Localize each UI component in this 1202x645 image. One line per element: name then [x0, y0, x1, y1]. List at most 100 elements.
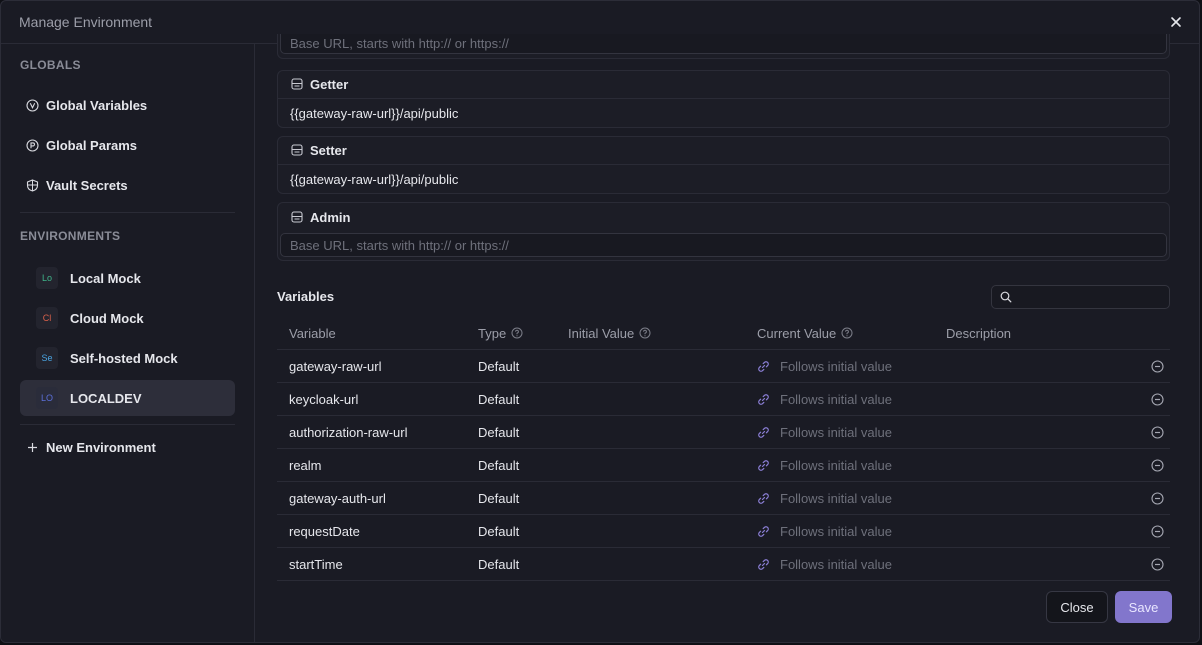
link-icon	[757, 393, 770, 406]
sidebar-item-global-params[interactable]: Global Params	[20, 127, 235, 163]
column-header-type: Type	[478, 326, 523, 341]
variable-name[interactable]: startTime	[289, 557, 343, 572]
variable-type[interactable]: Default	[478, 392, 519, 407]
sidebar-item-label: LOCALDEV	[70, 390, 142, 406]
variable-type[interactable]: Default	[478, 458, 519, 473]
base-url-input[interactable]: Base URL, starts with http:// or https:/…	[280, 34, 1167, 54]
server-icon	[291, 78, 304, 91]
help-icon[interactable]	[639, 327, 651, 339]
table-header-row: Variable Type Initial Value Current Valu…	[277, 317, 1170, 350]
dialog-title: Manage Environment	[19, 14, 153, 30]
new-environment-label: New Environment	[46, 439, 156, 455]
remove-variable-icon[interactable]	[1151, 392, 1164, 406]
current-value-text: Follows initial value	[780, 424, 892, 440]
sidebar-item-label: Global Params	[46, 137, 138, 153]
variable-current-value[interactable]: Follows initial value	[757, 458, 892, 473]
sidebar-item-label: Global Variables	[46, 97, 148, 113]
variable-name[interactable]: authorization-raw-url	[289, 425, 408, 440]
sidebar-item-local-mock[interactable]: Lo Local Mock	[20, 260, 235, 296]
sidebar-item-label: Vault Secrets	[46, 177, 128, 193]
main-panel: Base URL, starts with http:// or https:/…	[256, 34, 1199, 642]
sidebar-divider	[20, 424, 235, 425]
table-row[interactable]: authorization-raw-url Default Follows init…	[277, 416, 1170, 449]
variable-current-value[interactable]: Follows initial value	[757, 491, 892, 506]
variable-type[interactable]: Default	[478, 425, 519, 440]
remove-variable-icon[interactable]	[1151, 557, 1164, 571]
variable-current-value[interactable]: Follows initial value	[757, 359, 892, 374]
table-row[interactable]: requestDate Default Follows initial value	[277, 515, 1170, 548]
table-row[interactable]: keycloak-url Default Follows initial value	[277, 383, 1170, 416]
remove-variable-icon[interactable]	[1151, 524, 1164, 538]
sidebar-divider	[20, 212, 235, 213]
env-badge: Lo	[36, 267, 58, 289]
remove-variable-icon[interactable]	[1151, 458, 1164, 472]
variables-title: Variables	[277, 289, 335, 304]
current-value-text: Follows initial value	[780, 391, 892, 407]
service-card-admin: Admin Base URL, starts with http:// or h…	[277, 202, 1170, 261]
new-environment-button[interactable]: New Environment	[20, 429, 235, 465]
sidebar-item-label: Local Mock	[70, 270, 141, 286]
service-card-header: Getter	[278, 71, 1169, 99]
variable-type[interactable]: Default	[478, 359, 519, 374]
variable-current-value[interactable]: Follows initial value	[757, 425, 892, 440]
sidebar-item-label: Cloud Mock	[70, 310, 144, 326]
link-icon	[757, 360, 770, 373]
plus-icon	[25, 440, 39, 454]
table-row[interactable]: gateway-auth-url Default Follows initial v…	[277, 482, 1170, 515]
sidebar-item-localdev[interactable]: LO LOCALDEV	[20, 380, 235, 416]
remove-variable-icon[interactable]	[1151, 359, 1164, 373]
current-value-text: Follows initial value	[780, 523, 892, 539]
search-icon	[1000, 291, 1012, 303]
variable-name[interactable]: gateway-raw-url	[289, 359, 381, 374]
close-icon[interactable]	[1169, 15, 1183, 29]
link-icon	[757, 459, 770, 472]
help-icon[interactable]	[841, 327, 853, 339]
table-row[interactable]: realm Default Follows initial value	[277, 449, 1170, 482]
base-url-placeholder: Base URL, starts with http:// or https:/…	[290, 36, 509, 51]
sidebar-item-label: Self-hosted Mock	[70, 350, 178, 366]
table-row[interactable]: gateway-raw-url Default Follows initial va…	[277, 350, 1170, 383]
sidebar-item-self-hosted-mock[interactable]: Se Self-hosted Mock	[20, 340, 235, 376]
save-button[interactable]: Save	[1115, 591, 1172, 623]
variable-type[interactable]: Default	[478, 557, 519, 572]
service-url-field[interactable]: {{gateway-raw-url}}/api/public	[278, 165, 1169, 193]
remove-variable-icon[interactable]	[1151, 491, 1164, 505]
variable-type[interactable]: Default	[478, 491, 519, 506]
base-url-input[interactable]: Base URL, starts with http:// or https:/…	[280, 233, 1167, 257]
link-icon	[757, 492, 770, 505]
variable-name[interactable]: requestDate	[289, 524, 360, 539]
column-header-initial-value: Initial Value	[568, 326, 651, 341]
column-header-label: Initial Value	[568, 325, 635, 341]
help-icon[interactable]	[511, 327, 523, 339]
column-header-label: Type	[478, 325, 507, 341]
env-badge: Cl	[36, 307, 58, 329]
variables-table: Variable Type Initial Value Current Valu…	[277, 317, 1170, 581]
service-name: Getter	[310, 77, 349, 92]
variable-current-value[interactable]: Follows initial value	[757, 524, 892, 539]
variable-name[interactable]: keycloak-url	[289, 392, 358, 407]
column-header-label: Current Value	[757, 325, 837, 341]
variable-current-value[interactable]: Follows initial value	[757, 557, 892, 572]
close-button[interactable]: Close	[1046, 591, 1108, 623]
env-badge: LO	[36, 387, 58, 409]
service-url-field[interactable]: {{gateway-raw-url}}/api/public	[278, 99, 1169, 127]
variables-search-input[interactable]	[991, 285, 1170, 309]
link-icon	[757, 558, 770, 571]
variable-name[interactable]: realm	[289, 458, 322, 473]
server-icon	[291, 210, 304, 224]
table-row[interactable]: startTime Default Follows initial value	[277, 548, 1170, 581]
variable-type[interactable]: Default	[478, 524, 519, 539]
sidebar-item-global-variables[interactable]: Global Variables	[20, 87, 235, 123]
param-icon	[25, 138, 39, 152]
service-name: Admin	[310, 209, 351, 225]
sidebar-item-vault-secrets[interactable]: Vault Secrets	[20, 167, 235, 203]
service-card-setter: Setter {{gateway-raw-url}}/api/public	[277, 136, 1170, 194]
variable-current-value[interactable]: Follows initial value	[757, 392, 892, 407]
globals-section-title: GLOBALS	[20, 58, 81, 72]
link-icon	[757, 426, 770, 439]
variable-name[interactable]: gateway-auth-url	[289, 491, 386, 506]
variable-icon	[25, 98, 39, 112]
sidebar-item-cloud-mock[interactable]: Cl Cloud Mock	[20, 300, 235, 336]
remove-variable-icon[interactable]	[1151, 425, 1164, 439]
service-name: Setter	[310, 143, 347, 158]
